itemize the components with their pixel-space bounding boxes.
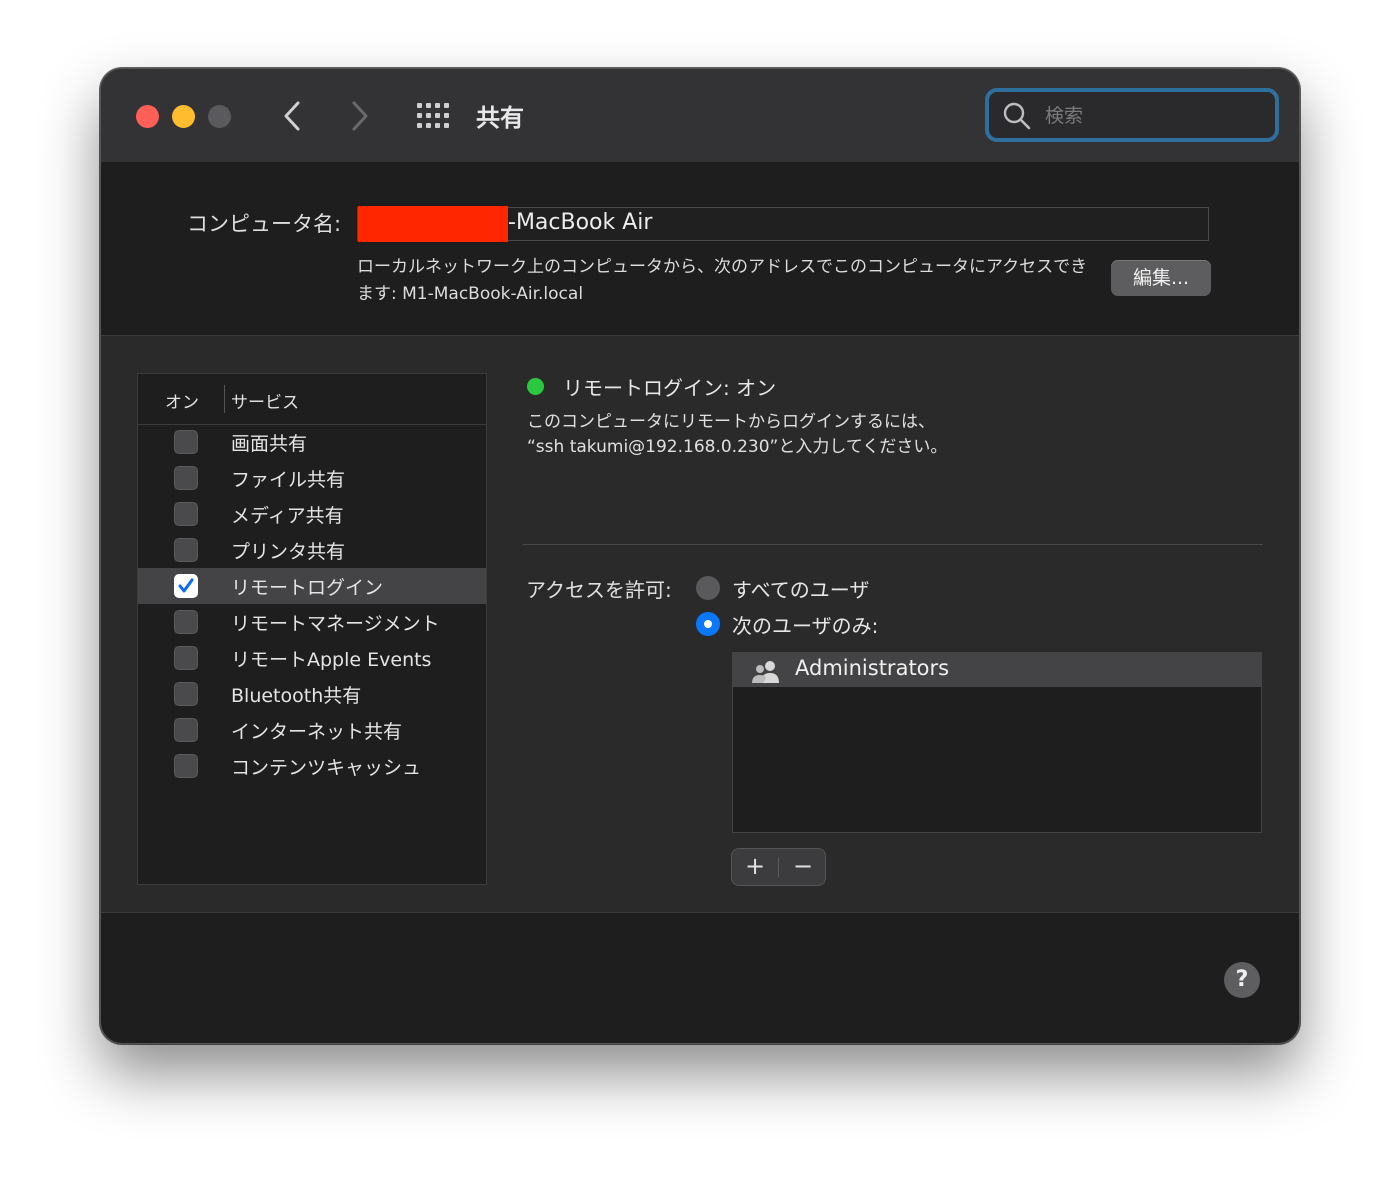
table-row[interactable]: メディア共有: [138, 496, 486, 532]
redaction-block: [358, 206, 508, 242]
service-label: リモートApple Events: [231, 649, 432, 671]
table-row[interactable]: プリンタ共有: [138, 532, 486, 568]
computer-name-section: コンピュータ名: -MacBook Air ローカルネットワーク上のコンピュータ…: [101, 162, 1299, 335]
service-checkbox[interactable]: [174, 682, 198, 706]
service-label: プリンタ共有: [231, 541, 346, 563]
service-checkbox[interactable]: [174, 502, 198, 526]
search-field[interactable]: [985, 88, 1279, 142]
service-label: コンテンツキャッシュ: [231, 757, 422, 779]
add-user-button[interactable]: +: [732, 849, 778, 885]
service-label: インターネット共有: [231, 721, 403, 743]
column-separator: [224, 385, 225, 413]
radio-only-these-users-label[interactable]: 次のユーザのみ:: [732, 610, 878, 639]
computer-name-value: -MacBook Air: [508, 210, 653, 235]
table-row[interactable]: 画面共有: [138, 424, 486, 460]
close-button[interactable]: [136, 105, 159, 128]
back-button[interactable]: [275, 97, 311, 135]
service-checkbox[interactable]: [174, 754, 198, 778]
table-row[interactable]: リモートApple Events: [138, 640, 486, 676]
show-all-grid-icon[interactable]: [417, 103, 449, 129]
radio-all-users[interactable]: [696, 576, 720, 600]
radio-only-these-users[interactable]: [696, 612, 720, 636]
address-description: ローカルネットワーク上のコンピュータから、次のアドレスでこのコンピュータにアクセ…: [357, 257, 1088, 304]
sharing-window: 共有 コンピュータ名: -MacBook Air ローカルネットワーク上のコンピ…: [100, 68, 1300, 1044]
status-indicator-icon: [527, 378, 544, 395]
user-name: Administrators: [795, 656, 950, 680]
zoom-button[interactable]: [208, 105, 231, 128]
list-item[interactable]: Administrators: [733, 653, 1261, 687]
service-label: Bluetooth共有: [231, 685, 362, 707]
radio-all-users-label[interactable]: すべてのユーザ: [732, 574, 869, 603]
add-remove-buttons: + −: [731, 848, 826, 886]
minimize-button[interactable]: [172, 105, 195, 128]
chevron-left-icon: [284, 101, 300, 131]
status-title: リモートログイン: オン: [563, 376, 777, 400]
user-group-icon: [752, 661, 779, 683]
service-label: ファイル共有: [231, 469, 346, 491]
computer-name-label: コンピュータ名:: [187, 212, 342, 236]
divider: [523, 544, 1263, 545]
column-header-on[interactable]: オン: [165, 388, 199, 413]
status-line-2: “ssh takumi@192.168.0.230”と入力してください。: [527, 437, 948, 457]
button-separator: [778, 857, 779, 877]
search-icon: [1003, 102, 1031, 130]
services-table-header: オン サービス: [138, 374, 486, 425]
column-header-service[interactable]: サービス: [231, 388, 299, 413]
computer-name-field[interactable]: -MacBook Air: [357, 206, 1209, 242]
forward-button[interactable]: [341, 97, 377, 135]
service-checkbox[interactable]: [174, 538, 198, 562]
access-label: アクセスを許可:: [526, 578, 672, 602]
remove-user-button[interactable]: −: [780, 849, 826, 885]
edit-button[interactable]: 編集...: [1111, 260, 1211, 296]
service-checkbox[interactable]: [174, 466, 198, 490]
service-checkbox[interactable]: [174, 718, 198, 742]
service-checkbox[interactable]: [174, 646, 198, 670]
status-description: このコンピュータにリモートからログインするには、 “ssh takumi@192…: [527, 410, 1027, 460]
window-title: 共有: [476, 104, 524, 132]
allowed-users-list[interactable]: Administrators: [732, 652, 1262, 833]
table-row[interactable]: Bluetooth共有: [138, 676, 486, 712]
service-checkbox[interactable]: [174, 430, 198, 454]
status-line-1: このコンピュータにリモートからログインするには、: [527, 412, 935, 432]
services-table: オン サービス 画面共有ファイル共有 メディア共有 プリンタ共有リモートログインリモ…: [137, 373, 487, 885]
service-label: メディア共有: [231, 505, 344, 527]
service-label: 画面共有: [231, 433, 308, 455]
service-label: リモートマネージメント: [231, 613, 440, 635]
checkmark-icon: [178, 578, 194, 593]
chevron-right-icon: [352, 101, 368, 131]
service-label: リモートログイン: [231, 577, 384, 599]
title-bar: 共有: [101, 69, 1299, 164]
search-input[interactable]: [1043, 98, 1267, 134]
service-checkbox[interactable]: [174, 574, 198, 598]
table-row[interactable]: コンテンツキャッシュ: [138, 748, 486, 784]
service-checkbox[interactable]: [174, 610, 198, 634]
table-row[interactable]: ファイル共有: [138, 460, 486, 496]
services-section: オン サービス 画面共有 ファイル共有 メディア共有 プリンタ共有 リモートログイン リモ…: [101, 335, 1299, 913]
table-row[interactable]: リモートマネージメント: [138, 604, 486, 640]
help-button[interactable]: ?: [1224, 962, 1260, 998]
table-row[interactable]: リモートログイン: [138, 568, 486, 604]
table-row[interactable]: インターネット共有: [138, 712, 486, 748]
